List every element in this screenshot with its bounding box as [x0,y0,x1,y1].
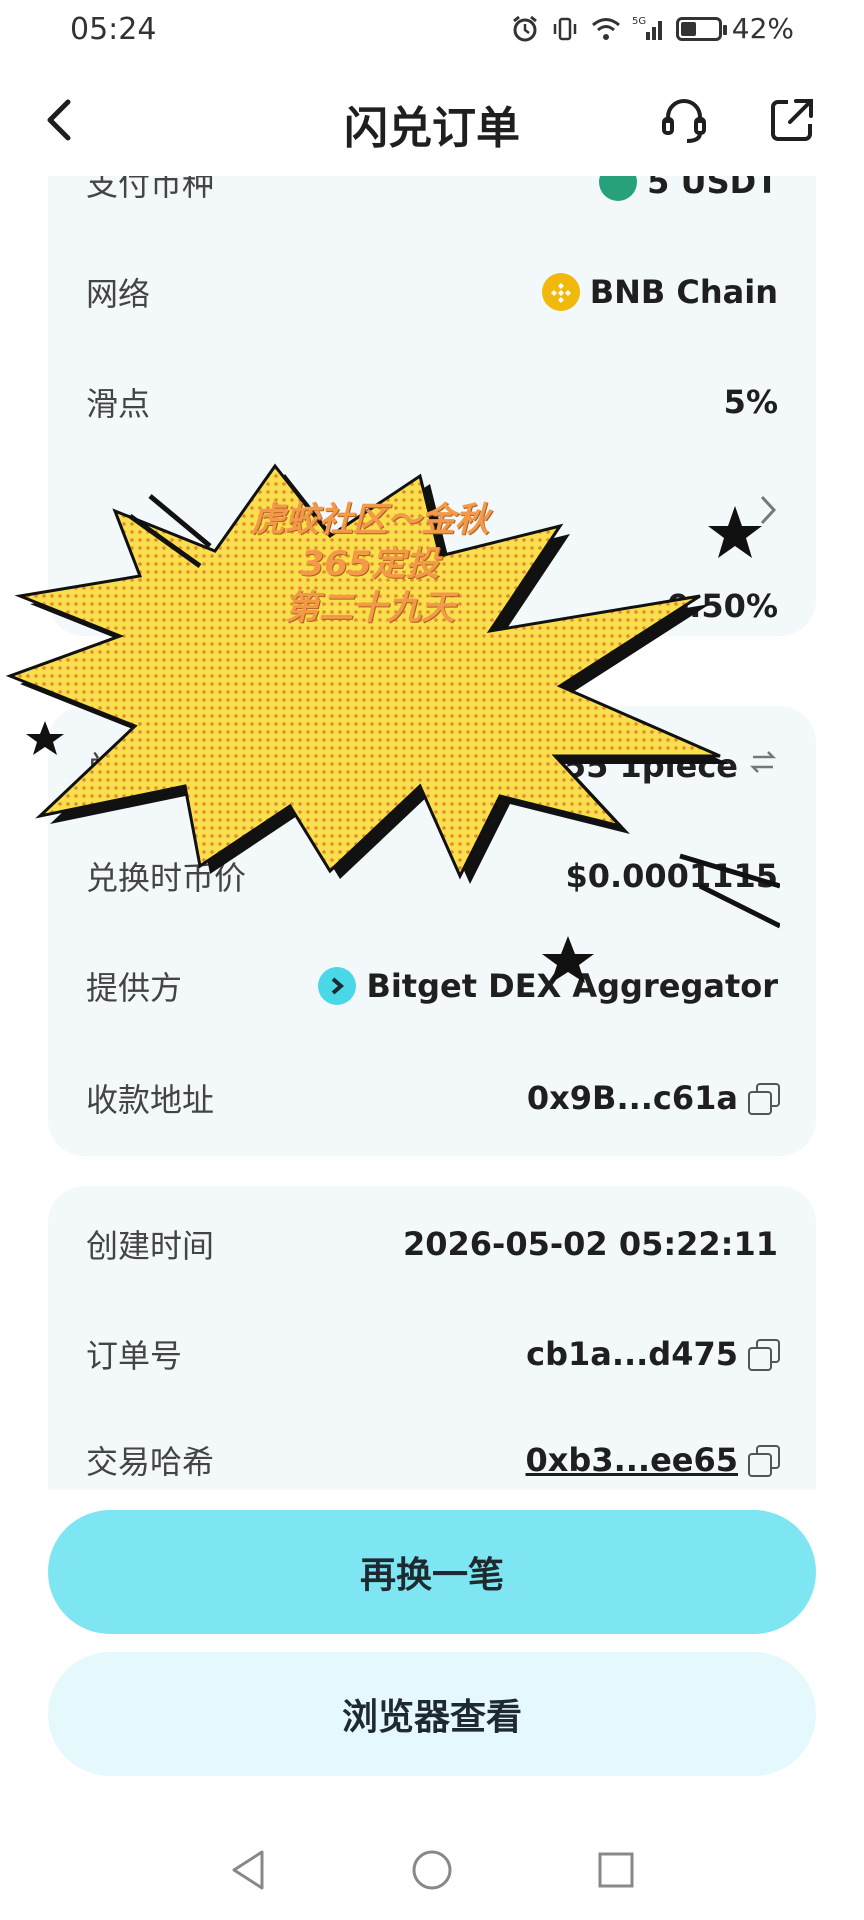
pay-token-text: 5 USDT [647,176,778,201]
copy-icon[interactable] [748,1339,780,1371]
receiver-row: 收款地址 0x9B...c61a [86,1068,780,1128]
slippage-label: 滑点 [86,385,151,423]
order-info-card: 创建时间 2026-05-02 05:22:11 订单号 cb1a...d475… [48,1186,816,1490]
order-no-label: 订单号 [86,1337,183,1375]
slippage-row: 滑点 5% [86,372,778,432]
provider-text: Bitget DEX Aggregator [366,967,778,1005]
nav-back-button[interactable] [218,1840,278,1900]
view-in-browser-button[interactable]: 浏览器查看 [48,1652,816,1776]
slippage-value: 5% [723,383,778,421]
share-icon [771,99,813,141]
nav-home-button[interactable] [402,1840,462,1900]
rate-row: 兑换率 1 USDT = 8,69 .584055 1piece [86,736,778,796]
price-row: 兑换时币价 $0.0001115 [86,846,778,906]
swap-details-card: 兑换率 1 USDT = 8,69 .584055 1piece 兑换时币价 $… [48,706,816,1156]
price-label: 兑换时币价 [86,859,247,897]
sticker-line-3: 第二十九天 [285,588,455,628]
status-bar: 05:24 5G 42% [0,0,864,64]
rate-text: 1 USDT = 8,69 .584055 1piece [192,747,738,785]
sticker-line-2: 365定投 [300,544,440,584]
status-icons: 5G 42% [510,12,794,45]
square-recents-icon [598,1852,634,1888]
created-value: 2026-05-02 05:22:11 [402,1225,778,1263]
swap-again-button[interactable]: 再换一笔 [48,1510,816,1634]
battery-fill [680,21,696,36]
order-no-text: cb1a...d475 [526,1335,738,1373]
nav-recents-button[interactable] [586,1840,646,1900]
headset-icon [662,99,706,143]
copy-icon[interactable] [748,1083,780,1115]
page-title: 闪兑订单 [344,103,520,154]
provider-value: Bitget DEX Aggregator [318,967,778,1005]
bnb-icon [541,273,580,311]
share-button[interactable] [764,92,820,148]
tx-hash-link[interactable]: 0xb3...ee65 [526,1441,738,1479]
pay-token-label: 支付币种 [86,176,215,203]
network-text: BNB Chain [589,273,778,311]
network-row: 网络 BNB Chain [86,262,778,322]
rate-value: 1 USDT = 8,69 .584055 1piece [193,747,778,785]
tx-hash-label: 交易哈希 [86,1443,215,1481]
alarm-icon [510,14,540,44]
price-value: $0.0001115 [565,857,778,895]
copy-icon[interactable] [748,1445,780,1477]
order-no-value: cb1a...d475 [526,1335,780,1373]
fee-value: 0.50% [666,587,778,625]
content-scroll[interactable]: 支付币种 5 USDT 网络 BNB Chain 滑点 5% 手续费 0.50%… [0,176,864,1490]
circle-home-icon [412,1850,452,1890]
provider-row: 提供方 Bitget DEX Aggregator [86,956,778,1016]
signal-icon: 5G [632,14,666,44]
header: 闪兑订单 [0,64,864,176]
usdt-icon [599,176,638,201]
network-type: 5G [632,16,646,27]
chevron-right-icon [758,493,778,527]
system-nav-bar [0,1820,864,1920]
provider-label: 提供方 [86,969,183,1007]
sticker-caption: 虎蛟社区～金秋 365定投 第二十九天 [190,498,550,630]
vibrate-icon [550,14,580,44]
sticker-line-1: 虎蛟社区～金秋 [251,500,489,540]
tx-hash-value: 0xb3...ee65 [526,1441,780,1479]
fee-label: 手续费 [86,589,183,627]
wifi-icon [590,14,622,44]
network-value: BNB Chain [541,273,778,311]
rate-label: 兑换率 [86,749,183,787]
created-label: 创建时间 [86,1227,215,1265]
battery-icon [675,16,727,41]
network-label: 网络 [86,275,151,313]
battery-percent: 42% [731,12,794,45]
swap-direction-icon[interactable] [748,747,778,785]
receiver-text: 0x9B...c61a [526,1079,738,1117]
bitget-icon [318,967,357,1005]
triangle-back-icon [232,1850,264,1890]
status-time: 05:24 [70,12,157,47]
receiver-value: 0x9B...c61a [526,1079,780,1117]
support-button[interactable] [656,92,712,148]
tx-hash-row: 交易哈希 0xb3...ee65 [86,1430,780,1490]
pay-token-value: 5 USDT [599,176,778,201]
created-row: 创建时间 2026-05-02 05:22:11 [86,1214,778,1274]
pay-token-row: 支付币种 5 USDT [86,176,778,212]
receiver-label: 收款地址 [86,1081,215,1119]
order-no-row: 订单号 cb1a...d475 [86,1324,780,1384]
